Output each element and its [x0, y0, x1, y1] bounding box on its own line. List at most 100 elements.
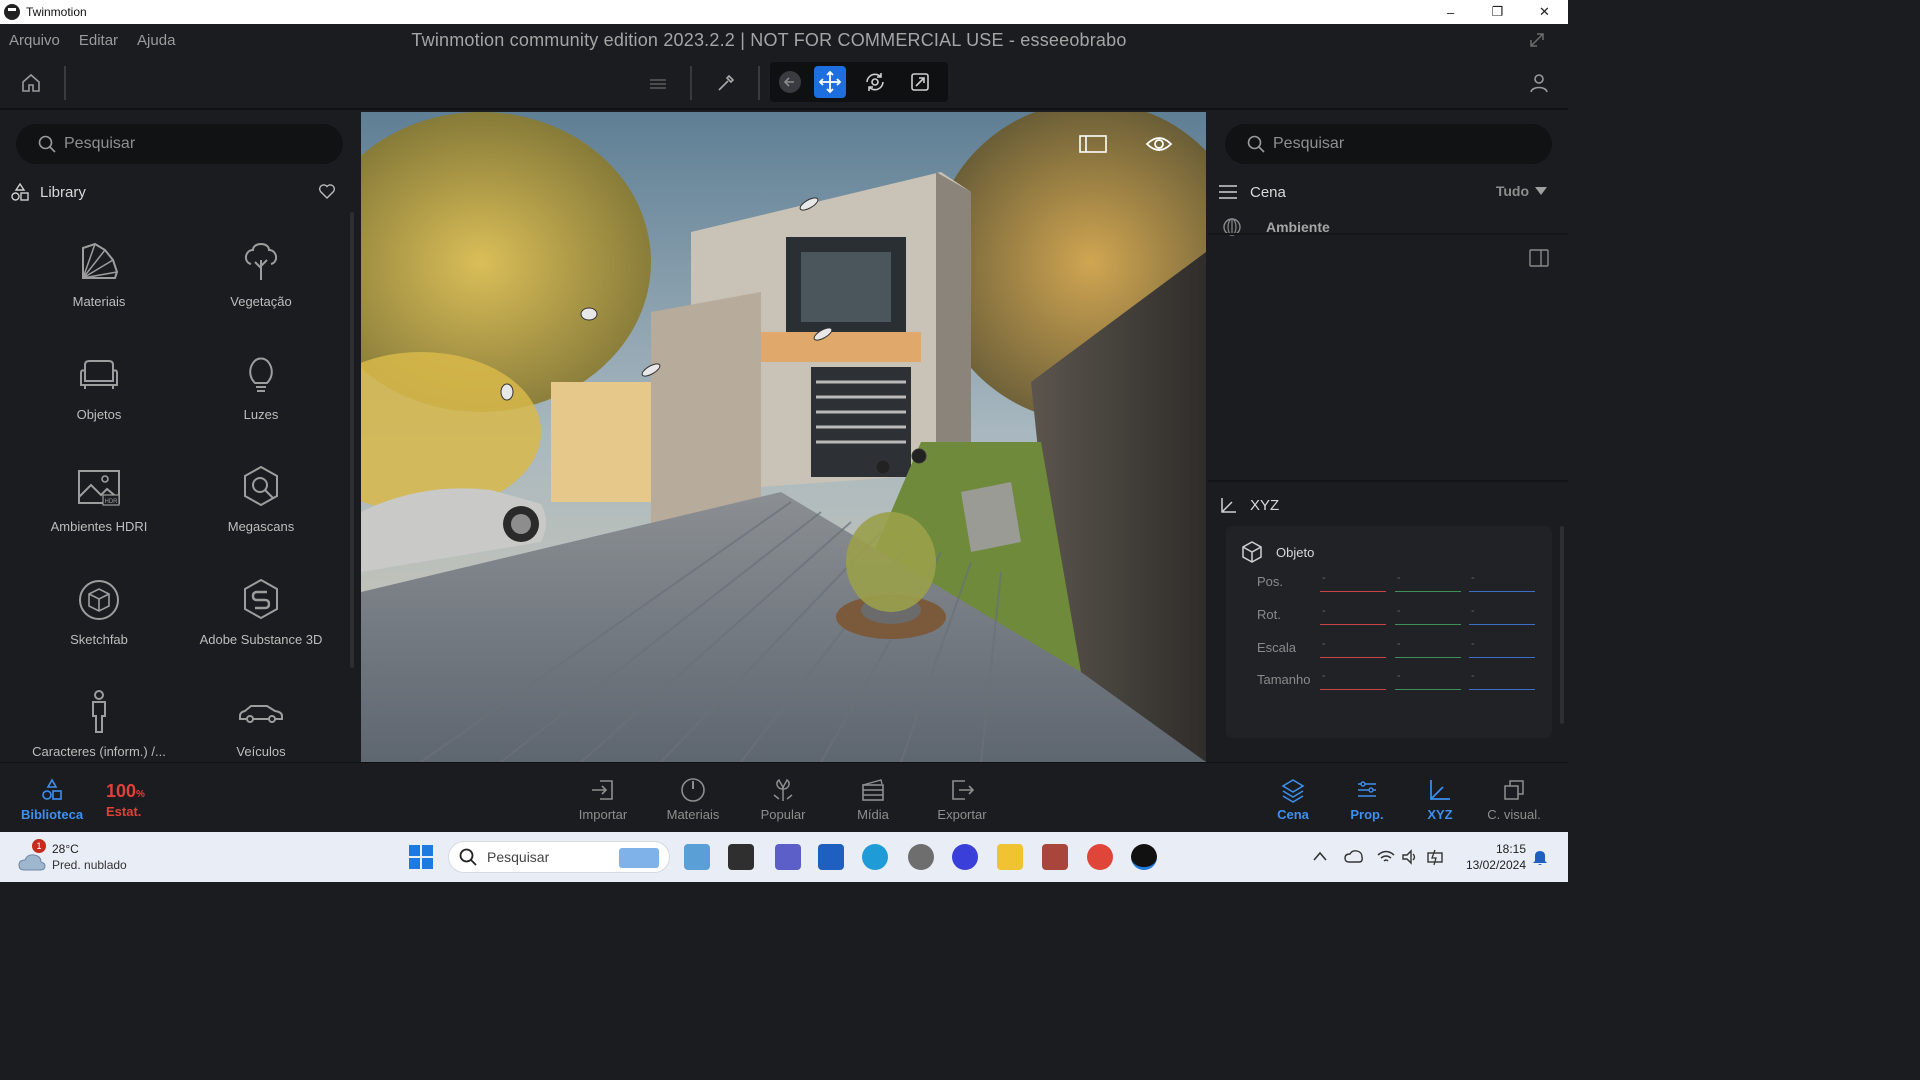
library-item-ambientes-hdri[interactable]: HDR Ambientes HDRI: [18, 457, 180, 557]
dock-prop-button[interactable]: Prop.: [1331, 777, 1403, 825]
library-item-label: Objetos: [76, 407, 122, 422]
fullscreen-expand-icon[interactable]: [1528, 31, 1546, 49]
size-x-field[interactable]: -: [1320, 670, 1386, 690]
scene-header: Cena Tudo: [1218, 180, 1553, 204]
library-item-materiais[interactable]: Materiais: [18, 232, 180, 332]
scale-x-field[interactable]: -: [1320, 638, 1386, 658]
library-shapes-icon: [11, 182, 29, 201]
stats-indicator[interactable]: 100% Estat.: [106, 781, 166, 819]
dock-exportar-button[interactable]: Exportar: [926, 777, 998, 825]
library-item-label: Ambientes HDRI: [50, 519, 148, 534]
visibility-eye-icon[interactable]: [1143, 130, 1175, 158]
dock-xyz-button[interactable]: XYZ: [1404, 777, 1476, 825]
windows-start-icon[interactable]: [408, 844, 434, 870]
dock-biblioteca-button[interactable]: Biblioteca: [16, 777, 88, 825]
property-label: Tamanho: [1257, 672, 1311, 687]
notification-bell-icon[interactable]: [1532, 848, 1548, 866]
move-icon[interactable]: [814, 66, 846, 98]
property-row-pos: Pos. - - -: [1226, 568, 1552, 594]
library-item-sketchfab[interactable]: Sketchfab: [18, 570, 180, 670]
library-item-label: Luzes: [243, 407, 279, 422]
scale-icon[interactable]: [904, 66, 936, 98]
megascans-icon: [244, 465, 278, 507]
store-icon[interactable]: [818, 844, 844, 870]
scene-scrollbar[interactable]: [1560, 526, 1564, 724]
teams-icon[interactable]: [775, 844, 801, 870]
settings-gear-icon[interactable]: [908, 844, 934, 870]
favorites-heart-icon[interactable]: [318, 182, 336, 200]
library-item-megascans[interactable]: Megascans: [180, 457, 342, 557]
weather-widget[interactable]: 1 28°C Pred. nublado: [18, 839, 158, 874]
clock-date: 13/02/2024: [1465, 858, 1526, 872]
layers-icon[interactable]: [642, 67, 674, 99]
dock-midia-button[interactable]: Mídia: [837, 777, 909, 825]
rotate-icon[interactable]: [859, 66, 891, 98]
size-z-field[interactable]: -: [1469, 670, 1535, 690]
dock-label: Popular: [760, 807, 806, 822]
xyz-header: XYZ: [1220, 496, 1279, 514]
library-item-luzes[interactable]: Luzes: [180, 345, 342, 445]
dock-materiais-button[interactable]: Materiais: [657, 777, 729, 825]
pos-z-field[interactable]: -: [1469, 572, 1535, 592]
property-row-tamanho: Tamanho - - -: [1226, 666, 1552, 692]
task-view-icon[interactable]: [728, 844, 754, 870]
scale-y-field[interactable]: -: [1395, 638, 1461, 658]
back-arrow-icon[interactable]: [774, 66, 806, 98]
dock-importar-button[interactable]: Importar: [567, 777, 639, 825]
taskbar-search-input[interactable]: Pesquisar: [448, 841, 670, 873]
user-icon[interactable]: [1523, 67, 1555, 99]
materials-fan-icon: [82, 242, 119, 279]
media-icon: [862, 779, 884, 801]
edge-icon[interactable]: [862, 844, 888, 870]
rot-y-field[interactable]: -: [1395, 605, 1461, 625]
3d-viewport[interactable]: [361, 112, 1206, 762]
weather-temperature: 28°C: [52, 842, 79, 856]
library-item-objetos[interactable]: Objetos: [18, 345, 180, 445]
dock-visual-config-button[interactable]: C. visual.: [1478, 777, 1550, 825]
pos-x-field[interactable]: -: [1320, 572, 1386, 592]
rot-z-field[interactable]: -: [1469, 605, 1535, 625]
restore-button[interactable]: ❐: [1474, 0, 1521, 24]
library-item-vegetacao[interactable]: Vegetação: [180, 232, 342, 332]
library-item-adobe-substance[interactable]: Adobe Substance 3D: [180, 570, 342, 670]
property-label: Rot.: [1257, 607, 1281, 622]
scene-panel: Pesquisar Cena Tudo Ambiente XYZ Objeto …: [1208, 112, 1568, 762]
file-explorer-icon[interactable]: [997, 844, 1023, 870]
library-scrollbar[interactable]: [350, 212, 354, 668]
cloud-weather-icon: [18, 854, 46, 871]
library-icon: [42, 778, 62, 800]
twinmotion-taskbar-icon[interactable]: [1131, 844, 1157, 870]
chrome-icon[interactable]: [1087, 844, 1113, 870]
wifi-icon[interactable]: [1377, 849, 1395, 865]
app-c-icon[interactable]: [952, 844, 978, 870]
scene-search-input[interactable]: Pesquisar: [1225, 124, 1552, 164]
copilot-icon[interactable]: [684, 844, 710, 870]
scene-filter-dropdown[interactable]: Tudo: [1496, 183, 1547, 199]
battery-charging-icon[interactable]: [1426, 848, 1446, 866]
pos-y-field[interactable]: -: [1395, 572, 1461, 592]
library-item-label: Adobe Substance 3D: [199, 632, 323, 647]
visual-config-icon: [1504, 780, 1524, 800]
axis-icon: [1221, 498, 1236, 513]
size-y-field[interactable]: -: [1395, 670, 1461, 690]
material-picker-icon: [681, 778, 705, 802]
eyedropper-icon[interactable]: [710, 67, 742, 99]
object-title: Objeto: [1240, 540, 1314, 564]
home-icon[interactable]: [15, 67, 47, 99]
close-button[interactable]: ✕: [1521, 0, 1568, 24]
dock-popular-button[interactable]: Popular: [747, 777, 819, 825]
minimize-button[interactable]: –: [1427, 0, 1474, 24]
volume-icon[interactable]: [1401, 849, 1419, 865]
app-thumbnail-icon[interactable]: [1042, 844, 1068, 870]
window-titlebar: Twinmotion – ❐ ✕: [0, 0, 1568, 24]
rot-x-field[interactable]: -: [1320, 605, 1386, 625]
library-search-input[interactable]: Pesquisar: [16, 124, 343, 164]
chevron-up-icon[interactable]: [1313, 851, 1327, 861]
search-icon: [459, 848, 477, 866]
onedrive-cloud-icon[interactable]: [1344, 848, 1364, 864]
toggle-panels-icon[interactable]: [1077, 130, 1109, 158]
scale-z-field[interactable]: -: [1469, 638, 1535, 658]
split-view-icon[interactable]: [1529, 249, 1549, 267]
dock-cena-button[interactable]: Cena: [1257, 777, 1329, 825]
taskbar-clock[interactable]: 18:15 13/02/2024: [1456, 841, 1526, 873]
